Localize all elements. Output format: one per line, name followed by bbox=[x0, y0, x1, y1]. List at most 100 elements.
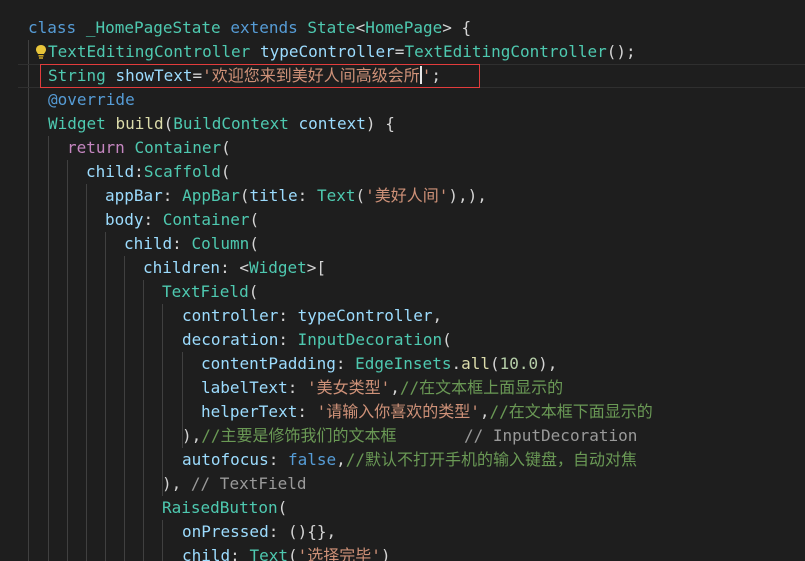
code-line[interactable]: labelText: '美女类型',//在文本框上面显示的 bbox=[201, 376, 563, 400]
code-line[interactable]: onPressed: (){}, bbox=[182, 520, 336, 544]
code-editor[interactable]: class _HomePageState extends State<HomeP… bbox=[0, 0, 805, 561]
code-token: autofocus bbox=[182, 450, 269, 469]
code-token: _HomePageState bbox=[85, 18, 221, 37]
code-line[interactable]: ),//主要是修饰我们的文本框 // InputDecoration bbox=[182, 424, 637, 448]
code-token: : bbox=[143, 210, 163, 229]
code-token: Column bbox=[191, 234, 250, 253]
code-token: // InputDecoration bbox=[396, 426, 638, 445]
code-token: : bbox=[297, 186, 317, 205]
code-token: title bbox=[249, 186, 298, 205]
code-token: RaisedButton bbox=[162, 498, 278, 517]
code-token: false bbox=[287, 450, 337, 469]
code-token: ),), bbox=[448, 186, 487, 205]
code-token: ( bbox=[490, 354, 500, 373]
code-line[interactable]: ), // TextField bbox=[162, 472, 307, 496]
code-token: ) { bbox=[365, 114, 395, 133]
code-token: ( bbox=[248, 282, 259, 301]
code-line[interactable]: helperText: '请输入你喜欢的类型',//在文本框下面显示的 bbox=[201, 400, 653, 424]
code-token: contentPadding bbox=[201, 354, 336, 373]
code-line[interactable]: Widget build(BuildContext context) { bbox=[48, 112, 395, 136]
code-line[interactable]: children: <Widget>[ bbox=[143, 256, 326, 280]
code-token: appBar bbox=[105, 186, 163, 205]
code-token: helperText bbox=[201, 402, 298, 421]
code-token: return bbox=[67, 138, 125, 157]
indent-guide bbox=[162, 304, 163, 496]
code-line[interactable]: decoration: InputDecoration( bbox=[182, 328, 452, 352]
code-token: controller bbox=[182, 306, 279, 325]
code-token: . bbox=[451, 354, 462, 373]
code-token: labelText bbox=[201, 378, 288, 397]
code-line[interactable]: child: Text('选择完毕') bbox=[182, 544, 391, 561]
code-line[interactable]: return Container( bbox=[67, 136, 231, 160]
code-token: ( bbox=[287, 546, 298, 561]
code-line[interactable]: contentPadding: EdgeInsets.all(10.0), bbox=[201, 352, 557, 376]
code-token: InputDecoration bbox=[297, 330, 443, 349]
code-line[interactable]: class _HomePageState extends State<HomeP… bbox=[28, 16, 471, 40]
code-token: context bbox=[298, 114, 366, 133]
code-token: class bbox=[28, 18, 77, 37]
code-token: Widget bbox=[248, 258, 307, 277]
code-token: typeController bbox=[259, 42, 395, 61]
indent-guide bbox=[124, 256, 125, 561]
code-token: BuildContext bbox=[173, 114, 289, 133]
code-token: : bbox=[278, 330, 298, 349]
code-token: children bbox=[143, 258, 221, 277]
code-token: ( bbox=[277, 498, 288, 517]
code-token: @override bbox=[48, 90, 135, 109]
code-token: ( bbox=[239, 186, 250, 205]
code-token: ( bbox=[249, 234, 259, 253]
code-token: State bbox=[307, 18, 356, 37]
code-token: ( bbox=[442, 330, 452, 349]
code-line[interactable]: appBar: AppBar(title: Text('美好人间'),), bbox=[105, 184, 487, 208]
code-token: > { bbox=[442, 18, 472, 37]
code-token: decoration bbox=[182, 330, 279, 349]
code-token: : (){}, bbox=[268, 522, 337, 541]
code-line[interactable]: child:Scaffold( bbox=[86, 160, 231, 184]
code-token: onPressed bbox=[182, 522, 269, 541]
code-token: AppBar bbox=[182, 186, 240, 205]
code-token: all bbox=[461, 354, 490, 373]
indent-guide bbox=[28, 40, 29, 561]
code-token: body bbox=[105, 210, 144, 229]
code-token: 10.0 bbox=[499, 354, 539, 373]
code-line[interactable]: child: Column( bbox=[124, 232, 259, 256]
code-token: < bbox=[355, 18, 366, 37]
code-token: ( bbox=[355, 186, 366, 205]
code-token: : bbox=[268, 450, 288, 469]
highlight-box bbox=[40, 64, 480, 88]
code-token: : < bbox=[220, 258, 249, 277]
code-line[interactable]: TextEditingController typeController=Tex… bbox=[36, 40, 636, 64]
code-token: typeController bbox=[297, 306, 433, 325]
code-token: child bbox=[124, 234, 173, 253]
code-token: build bbox=[115, 114, 164, 133]
code-line[interactable]: TextField( bbox=[162, 280, 258, 304]
indent-guide bbox=[67, 160, 68, 561]
code-token: ), bbox=[538, 354, 558, 373]
code-token: ( bbox=[249, 210, 260, 229]
code-line[interactable]: RaisedButton( bbox=[162, 496, 287, 520]
code-line[interactable]: autofocus: false,//默认不打开手机的输入键盘，自动对焦 bbox=[182, 448, 637, 472]
code-token: // TextField bbox=[190, 474, 307, 493]
code-token: : bbox=[134, 162, 144, 181]
code-token: : bbox=[230, 546, 250, 561]
code-token: HomePage bbox=[365, 18, 443, 37]
code-token: ), bbox=[162, 474, 191, 493]
code-token: ), bbox=[182, 426, 202, 445]
code-token: , bbox=[390, 378, 400, 397]
code-token: (); bbox=[606, 42, 636, 61]
code-token: EdgeInsets bbox=[355, 354, 452, 373]
code-token: //默认不打开手机的输入键盘，自动对焦 bbox=[345, 450, 638, 469]
code-token: TextField bbox=[162, 282, 249, 301]
code-line[interactable]: body: Container( bbox=[105, 208, 259, 232]
code-line[interactable]: @override bbox=[48, 88, 135, 112]
code-token: Widget bbox=[48, 114, 106, 133]
code-token: : bbox=[287, 378, 307, 397]
code-token: : bbox=[335, 354, 356, 373]
indent-guide bbox=[143, 280, 144, 561]
code-line[interactable]: controller: typeController, bbox=[182, 304, 442, 328]
